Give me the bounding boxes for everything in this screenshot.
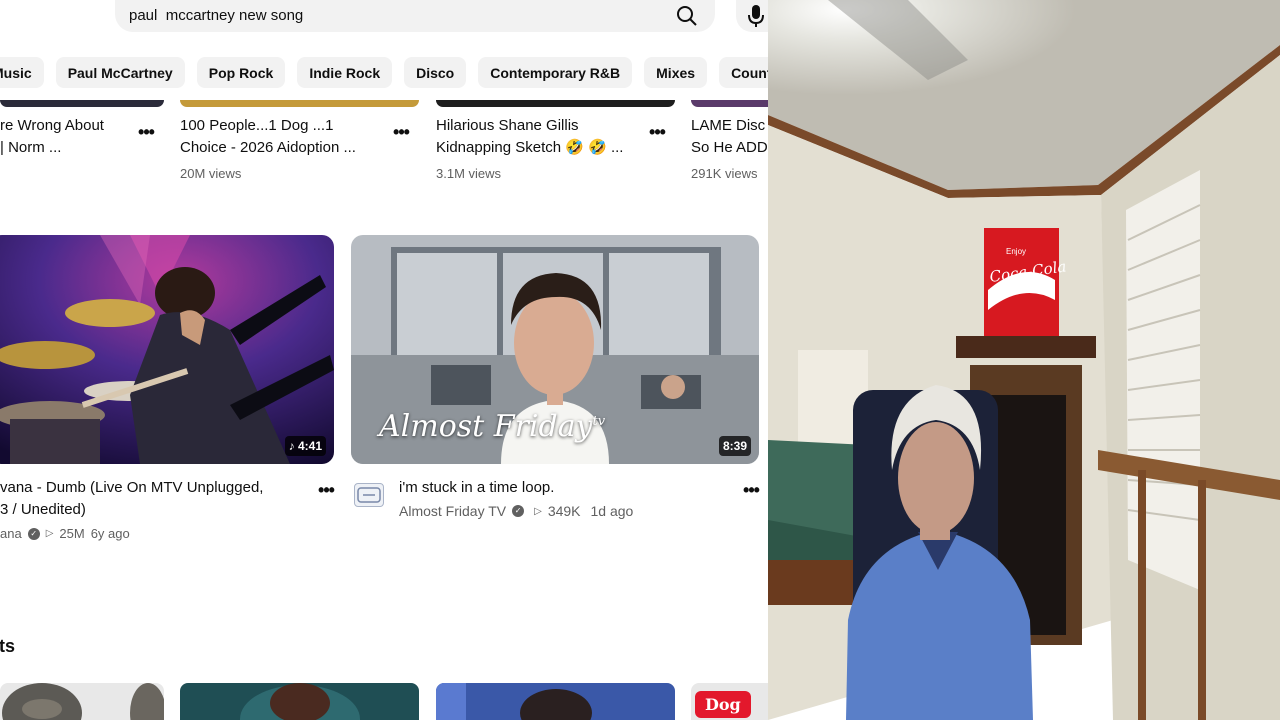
video-title[interactable]: i'm stuck in a time loop. bbox=[399, 477, 729, 499]
coke-sign-enjoy: Enjoy bbox=[1006, 247, 1026, 256]
video-thumbnail[interactable] bbox=[0, 100, 164, 107]
short-image bbox=[240, 683, 360, 720]
verified-icon: ✓ bbox=[27, 527, 40, 540]
video-meta: Almost Friday TV ✓ ▷ 349K 1d ago bbox=[399, 503, 633, 519]
channel-watermark: Almost Fridaytv bbox=[379, 409, 605, 444]
video-thumbnail[interactable] bbox=[180, 100, 419, 107]
search-icon bbox=[677, 6, 697, 26]
video-title[interactable]: LAME Disc So He ADD bbox=[691, 115, 768, 159]
video-title-line: re Wrong About bbox=[0, 117, 104, 134]
video-title-line: | Norm ... bbox=[0, 139, 62, 156]
avatar-icon bbox=[357, 487, 381, 503]
chip-mixes[interactable]: Mixes bbox=[644, 57, 708, 88]
channel-avatar[interactable] bbox=[354, 483, 384, 507]
chip-paul-mccartney[interactable]: Paul McCartney bbox=[55, 57, 185, 88]
video-title[interactable]: Hilarious Shane Gillis Kidnapping Sketch… bbox=[436, 115, 641, 159]
chip-pop-rock[interactable]: Pop Rock bbox=[196, 57, 286, 88]
video-title-line: LAME Disc bbox=[691, 117, 766, 134]
verified-icon: ✓ bbox=[512, 505, 525, 517]
short-label: Dog bbox=[695, 691, 751, 718]
short-label-text: Dog bbox=[705, 695, 741, 714]
upload-age: 6y ago bbox=[90, 526, 130, 541]
gorilla-image bbox=[2, 683, 164, 720]
watermark-tv: tv bbox=[592, 414, 606, 429]
voice-search-button[interactable] bbox=[736, 0, 768, 32]
chip-music[interactable]: Music bbox=[0, 57, 44, 88]
video-views: 20M views bbox=[180, 166, 242, 181]
more-options-icon[interactable]: ••• bbox=[647, 122, 667, 142]
upload-age: 1d ago bbox=[590, 503, 634, 519]
more-options-icon[interactable]: ••• bbox=[136, 122, 156, 142]
filter-chips: Music Paul McCartney Pop Rock Indie Rock… bbox=[0, 57, 768, 88]
play-icon: ▷ bbox=[45, 528, 54, 539]
video-title-line: i'm stuck in a time loop. bbox=[399, 479, 555, 496]
video-duration: ♪ 4:41 bbox=[284, 436, 326, 456]
search-input[interactable]: paul mccartney new song bbox=[129, 7, 303, 24]
channel-name[interactable]: ana bbox=[0, 526, 22, 541]
video-meta: ana ✓ ▷ 25M 6y ago bbox=[0, 526, 130, 541]
more-options-icon[interactable]: ••• bbox=[741, 480, 761, 500]
search-bar[interactable]: paul mccartney new song bbox=[115, 0, 761, 32]
video-views: 291K views bbox=[691, 166, 758, 181]
video-title[interactable]: re Wrong About | Norm ... bbox=[0, 115, 130, 159]
webcam-image: Enjoy Coca-Cola bbox=[768, 0, 1280, 720]
concert-image bbox=[0, 235, 334, 464]
video-title-line: 100 People...1 Dog ...1 bbox=[180, 117, 334, 134]
video-title-line: vana - Dumb (Live On MTV Unplugged, bbox=[0, 479, 264, 496]
view-count: 349K bbox=[547, 503, 581, 519]
video-thumbnail[interactable] bbox=[436, 100, 675, 107]
more-options-icon[interactable]: ••• bbox=[316, 480, 336, 500]
video-thumbnail-nirvana[interactable]: ♪ 4:41 bbox=[0, 235, 334, 464]
video-title[interactable]: vana - Dumb (Live On MTV Unplugged, 3 / … bbox=[0, 477, 300, 521]
video-title-line: So He ADD bbox=[691, 139, 768, 156]
short-thumbnail[interactable] bbox=[436, 683, 675, 720]
video-title[interactable]: 100 People...1 Dog ...1 Choice - 2026 Ai… bbox=[180, 115, 385, 159]
youtube-panel: paul mccartney new song Music Paul McCar… bbox=[0, 0, 768, 720]
short-thumbnail[interactable] bbox=[0, 683, 164, 720]
play-icon: ▷ bbox=[534, 505, 542, 517]
search-button[interactable] bbox=[672, 3, 702, 29]
watermark-text: Almost Friday bbox=[379, 409, 593, 444]
short-thumbnail[interactable]: Dog bbox=[691, 683, 768, 720]
chip-country-music[interactable]: Country M bbox=[719, 57, 768, 88]
video-title-line: Hilarious Shane Gillis bbox=[436, 117, 579, 134]
short-thumbnail[interactable] bbox=[180, 683, 419, 720]
webcam-feed: Enjoy Coca-Cola bbox=[768, 0, 1280, 720]
microphone-icon bbox=[748, 5, 764, 27]
video-title-line: Kidnapping Sketch 🤣 🤣 ... bbox=[436, 139, 624, 156]
chip-indie-rock[interactable]: Indie Rock bbox=[297, 57, 393, 88]
video-title-line: Choice - 2026 Aidoption ... bbox=[180, 139, 356, 156]
short-image bbox=[436, 683, 592, 720]
chip-disco[interactable]: Disco bbox=[404, 57, 467, 88]
video-thumbnail-time-loop[interactable]: Almost Fridaytv 8:39 bbox=[351, 235, 759, 464]
video-thumbnail[interactable] bbox=[691, 100, 768, 107]
video-duration: 8:39 bbox=[718, 436, 751, 456]
chip-contemporary-rnb[interactable]: Contemporary R&B bbox=[478, 57, 633, 88]
video-views: 3.1M views bbox=[436, 166, 502, 181]
view-count: 25M bbox=[59, 526, 85, 541]
video-title-line: 3 / Unedited) bbox=[0, 501, 86, 518]
channel-name[interactable]: Almost Friday TV bbox=[399, 503, 506, 519]
more-options-icon[interactable]: ••• bbox=[391, 122, 411, 142]
shorts-heading: rts bbox=[0, 636, 16, 656]
